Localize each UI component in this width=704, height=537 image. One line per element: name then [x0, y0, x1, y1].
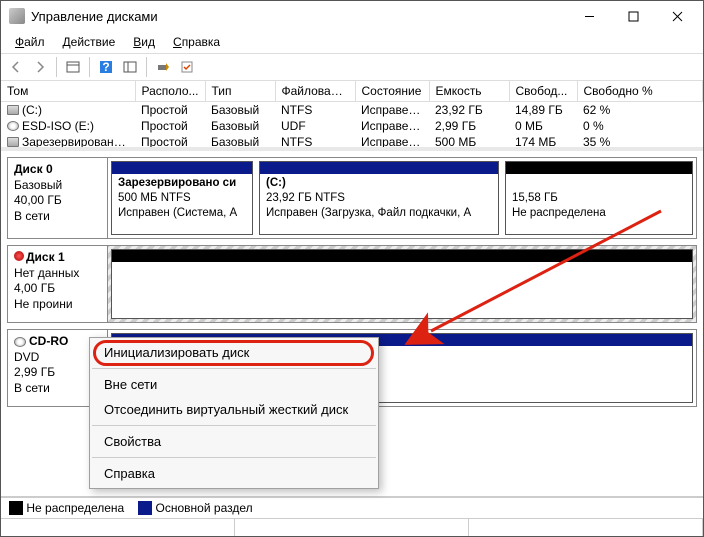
col-pct[interactable]: Свободно % — [577, 81, 703, 101]
disk-row-0[interactable]: Диск 0 Базовый 40,00 ГБ В сети Зарезерви… — [7, 157, 697, 239]
back-button[interactable] — [5, 56, 27, 78]
maximize-button[interactable] — [611, 2, 655, 30]
refresh-button[interactable] — [119, 56, 141, 78]
legend-swatch-unallocated — [9, 501, 23, 515]
close-button[interactable] — [655, 2, 699, 30]
col-capacity[interactable]: Емкость — [429, 81, 509, 101]
window-title: Управление дисками — [31, 9, 567, 24]
action-button[interactable] — [152, 56, 174, 78]
table-row[interactable]: (C:)ПростойБазовыйNTFSИсправен...23,92 Г… — [1, 101, 703, 118]
svg-text:?: ? — [102, 60, 109, 74]
toolbar: ? — [1, 53, 703, 81]
ctx-detach-vhd[interactable]: Отсоединить виртуальный жесткий диск — [90, 397, 378, 422]
col-free[interactable]: Свобод... — [509, 81, 577, 101]
cd-icon — [7, 121, 19, 131]
menu-help[interactable]: Справка — [165, 33, 228, 51]
help-button[interactable]: ? — [95, 56, 117, 78]
ctx-help[interactable]: Справка — [90, 461, 378, 486]
partition-unallocated[interactable]: 15,58 ГБНе распределена — [505, 161, 693, 235]
legend: Не распределена Основной раздел — [1, 496, 703, 518]
disk-icon — [7, 137, 19, 147]
menu-view[interactable]: Вид — [125, 33, 163, 51]
menu-bar: Файл Действие Вид Справка — [1, 31, 703, 53]
cd-icon — [14, 337, 26, 347]
partition-uninitialized[interactable] — [111, 249, 693, 319]
ctx-properties[interactable]: Свойства — [90, 429, 378, 454]
table-row[interactable]: Зарезервировано...ПростойБазовыйNTFSИспр… — [1, 134, 703, 150]
col-status[interactable]: Состояние — [355, 81, 429, 101]
col-volume[interactable]: Том — [1, 81, 135, 101]
views-button[interactable] — [62, 56, 84, 78]
legend-swatch-primary — [138, 501, 152, 515]
disk-header: Диск 0 Базовый 40,00 ГБ В сети — [8, 158, 108, 238]
col-layout[interactable]: Располо... — [135, 81, 205, 101]
ctx-offline[interactable]: Вне сети — [90, 372, 378, 397]
context-menu: Инициализировать диск Вне сети Отсоедини… — [89, 337, 379, 489]
disk-icon — [7, 105, 19, 115]
col-type[interactable]: Тип — [205, 81, 275, 101]
warning-icon — [14, 251, 24, 261]
app-icon — [9, 8, 25, 24]
partition-c[interactable]: (C:)23,92 ГБ NTFSИсправен (Загрузка, Фай… — [259, 161, 499, 235]
status-bar — [1, 518, 703, 536]
ctx-initialize-disk[interactable]: Инициализировать диск — [90, 340, 378, 365]
menu-action[interactable]: Действие — [55, 33, 124, 51]
partition-reserved[interactable]: Зарезервировано си500 МБ NTFSИсправен (С… — [111, 161, 253, 235]
table-row[interactable]: ESD-ISO (E:)ПростойБазовыйUDFИсправен...… — [1, 118, 703, 134]
title-bar: Управление дисками — [1, 1, 703, 31]
disk-row-1[interactable]: Диск 1 Нет данных 4,00 ГБ Не проини — [7, 245, 697, 323]
volume-list-pane: Том Располо... Тип Файловая с... Состоян… — [1, 81, 703, 151]
volume-table[interactable]: Том Располо... Тип Файловая с... Состоян… — [1, 81, 703, 150]
minimize-button[interactable] — [567, 2, 611, 30]
col-fs[interactable]: Файловая с... — [275, 81, 355, 101]
forward-button[interactable] — [29, 56, 51, 78]
disk-header: Диск 1 Нет данных 4,00 ГБ Не проини — [8, 246, 108, 322]
menu-file[interactable]: Файл — [7, 33, 53, 51]
settings-button[interactable] — [176, 56, 198, 78]
